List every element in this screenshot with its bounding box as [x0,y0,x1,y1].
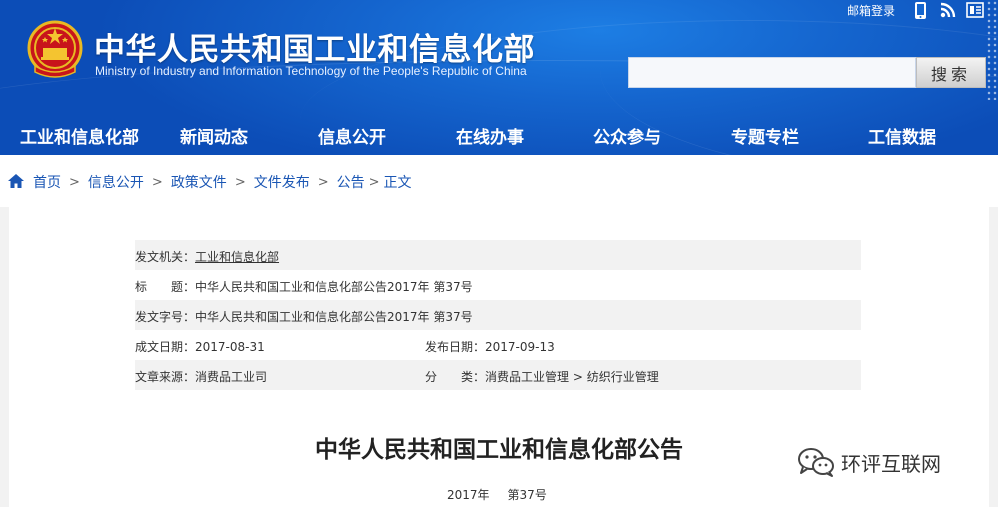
meta-value: 2017-09-13 [485,340,555,354]
national-emblem-icon[interactable] [27,20,83,82]
nav-item-public-participation[interactable]: 公众参与 [593,123,661,148]
nav-item-online-service[interactable]: 在线办事 [456,123,524,148]
meta-label: 标 题： [135,280,196,294]
watermark: 环评互联网 [797,447,941,477]
meta-row-dates: 成文日期：2017-08-31 发布日期：2017-09-13 [135,330,861,360]
meta-row-issuer: 发文机关：工业和信息化部 [135,240,861,270]
top-links: 邮箱登录 [847,0,986,20]
meta-label: 发布日期： [425,340,486,354]
meta-value: 中华人民共和国工业和信息化部公告2017年 第37号 [195,310,473,324]
breadcrumb-separator: > [69,174,80,190]
site-header: 中华人民共和国工业和信息化部 Ministry of Industry and … [0,0,998,155]
breadcrumb-separator: > [151,174,163,190]
site-title[interactable]: 中华人民共和国工业和信息化部 [94,24,535,69]
banner-dots [986,0,998,100]
document-number: 2017年 第37号 [447,486,547,503]
search-button[interactable]: 搜索 [916,57,986,88]
meta-label: 成文日期： [135,340,196,354]
home-icon[interactable] [8,174,24,188]
wechat-icon [798,448,834,477]
breadcrumb-separator: > [317,174,329,190]
breadcrumb-info-disclosure[interactable]: 信息公开 [88,172,144,192]
search-input[interactable] [628,57,916,88]
meta-label: 分 类： [425,370,486,384]
nav-item-data[interactable]: 工信数据 [868,123,936,148]
breadcrumb-announcement[interactable]: 公告 [337,172,365,192]
document-year: 2017年 [447,488,490,502]
nav-item-news[interactable]: 新闻动态 [180,123,248,148]
breadcrumb-policy-docs[interactable]: 政策文件 [171,172,227,192]
meta-value: 2017-08-31 [195,340,265,354]
meta-value: 消费品工业司 [195,370,268,384]
mail-login-link[interactable]: 邮箱登录 [847,2,895,19]
meta-row-source: 文章来源：消费品工业司 分 类：消费品工业管理 > 纺织行业管理 [135,360,861,390]
breadcrumb-home[interactable]: 首页 [33,172,61,192]
meta-label: 发文机关： [135,250,196,264]
meta-value: 中华人民共和国工业和信息化部公告2017年 第37号 [195,280,473,294]
rss-icon[interactable] [936,0,959,21]
document-issue: 第37号 [507,488,547,502]
document-meta-table: 发文机关：工业和信息化部 标 题：中华人民共和国工业和信息化部公告2017年 第… [135,240,861,390]
site-subtitle: Ministry of Industry and Information Tec… [95,64,527,78]
main-nav: 工业和信息化部 新闻动态 信息公开 在线办事 公众参与 专题专栏 工信数据 [0,115,998,155]
breadcrumb: 首页 > 信息公开 > 政策文件 > 文件发布 > 公告 > 正文 [0,155,998,207]
meta-category-link[interactable]: 消费品工业管理 > 纺织行业管理 [485,370,659,384]
breadcrumb-separator: > [234,174,246,190]
nav-item-ministry[interactable]: 工业和信息化部 [20,123,139,148]
meta-issuer-link[interactable]: 工业和信息化部 [195,250,279,264]
meta-row-title: 标 题：中华人民共和国工业和信息化部公告2017年 第37号 [135,270,861,300]
weibo-icon[interactable] [963,0,986,21]
nav-item-info-disclosure[interactable]: 信息公开 [318,123,386,148]
meta-label: 文章来源： [135,370,196,384]
mobile-icon[interactable] [909,0,932,21]
meta-label: 发文字号： [135,310,196,324]
breadcrumb-doc-release[interactable]: 文件发布 [254,172,310,192]
meta-row-doc-number: 发文字号：中华人民共和国工业和信息化部公告2017年 第37号 [135,300,861,330]
breadcrumb-separator: > [368,174,380,190]
nav-item-special-topics[interactable]: 专题专栏 [731,123,799,148]
breadcrumb-current[interactable]: 正文 [384,172,412,192]
watermark-text: 环评互联网 [841,451,941,476]
